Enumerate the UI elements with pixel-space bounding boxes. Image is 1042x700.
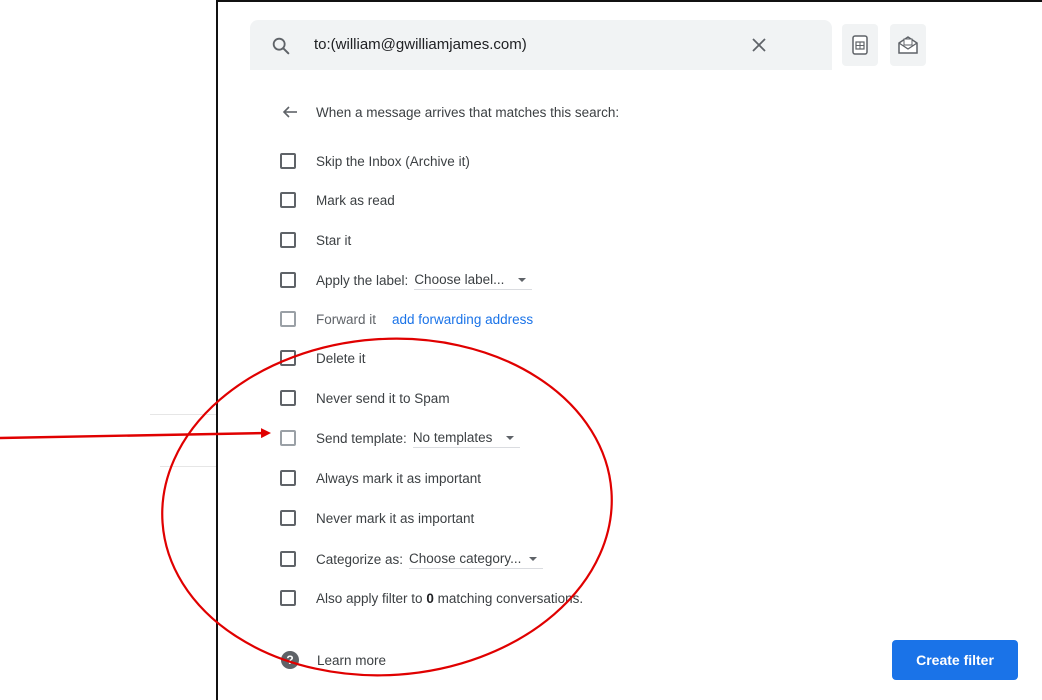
search-bar[interactable]: to:(william@gwilliamjames.com)	[250, 20, 832, 70]
category-select[interactable]: Choose category...	[409, 549, 544, 569]
checkbox[interactable]	[280, 311, 296, 327]
option-label: Never send it to Spam	[316, 390, 450, 406]
chevron-down-icon	[506, 435, 515, 440]
option-star[interactable]: Star it	[280, 230, 351, 250]
option-also-apply[interactable]: Also apply filter to 0 matching conversa…	[280, 588, 583, 608]
template-select-value: No templates	[412, 430, 493, 445]
frame-border-top	[216, 0, 1042, 2]
filter-header: When a message arrives that matches this…	[282, 101, 619, 123]
option-label: Always mark it as important	[316, 470, 482, 486]
checkbox[interactable]	[280, 192, 296, 208]
checkbox[interactable]	[280, 350, 296, 366]
envelope-icon	[898, 36, 918, 54]
checkbox[interactable]	[280, 510, 296, 526]
background-page	[0, 0, 216, 700]
matching-count: 0	[426, 590, 434, 606]
label-select[interactable]: Choose label...	[414, 270, 533, 290]
option-label: Categorize as:	[316, 551, 404, 567]
search-icon[interactable]	[270, 35, 292, 57]
sheet-icon	[852, 35, 868, 55]
checkbox[interactable]	[280, 430, 296, 446]
option-send-template[interactable]: Send template: No templates	[280, 428, 521, 448]
add-forwarding-address-link[interactable]: add forwarding address	[392, 312, 533, 327]
checkbox[interactable]	[280, 390, 296, 406]
label-select-value: Choose label...	[414, 272, 505, 287]
close-icon[interactable]	[750, 36, 768, 54]
option-label: Delete it	[316, 350, 366, 366]
option-never-important[interactable]: Never mark it as important	[280, 508, 474, 528]
option-forward[interactable]: Forward it add forwarding address	[280, 309, 533, 329]
header-text: When a message arrives that matches this…	[316, 104, 620, 120]
help-icon: ?	[281, 651, 299, 669]
option-label: Star it	[316, 232, 352, 248]
option-apply-label[interactable]: Apply the label: Choose label...	[280, 270, 533, 290]
option-mark-read[interactable]: Mark as read	[280, 190, 395, 210]
background-divider	[160, 466, 216, 467]
checkbox[interactable]	[280, 153, 296, 169]
option-label: Also apply filter to 0 matching conversa…	[316, 591, 583, 606]
background-divider	[150, 414, 216, 415]
checkbox[interactable]	[280, 590, 296, 606]
template-select[interactable]: No templates	[412, 428, 521, 448]
chevron-down-icon	[518, 277, 527, 282]
checkbox[interactable]	[280, 272, 296, 288]
option-label: Forward it	[316, 311, 377, 327]
checkbox[interactable]	[280, 470, 296, 486]
option-never-spam[interactable]: Never send it to Spam	[280, 388, 450, 408]
option-label: Skip the Inbox (Archive it)	[316, 153, 470, 169]
chevron-down-icon	[529, 556, 538, 561]
option-label: Mark as read	[316, 192, 395, 208]
sheet-button[interactable]	[842, 24, 878, 66]
option-label: Apply the label:	[316, 272, 409, 288]
arrow-left-icon[interactable]	[282, 104, 298, 120]
also-apply-prefix: Also apply filter to	[316, 590, 423, 606]
envelope-button[interactable]	[890, 24, 926, 66]
option-categorize[interactable]: Categorize as: Choose category...	[280, 549, 544, 569]
option-skip-inbox[interactable]: Skip the Inbox (Archive it)	[280, 151, 470, 171]
learn-more-link[interactable]: Learn more	[317, 653, 386, 668]
create-filter-button[interactable]: Create filter	[892, 640, 1018, 680]
search-input[interactable]: to:(william@gwilliamjames.com)	[314, 36, 527, 53]
category-select-value: Choose category...	[409, 551, 522, 566]
also-apply-suffix: matching conversations.	[437, 590, 584, 606]
frame-border-left	[216, 0, 218, 700]
learn-more-row[interactable]: ? Learn more	[281, 651, 386, 669]
checkbox[interactable]	[280, 551, 296, 567]
option-label: Never mark it as important	[316, 510, 475, 526]
option-delete[interactable]: Delete it	[280, 348, 366, 368]
option-label: Send template:	[316, 430, 407, 446]
checkbox[interactable]	[280, 232, 296, 248]
option-always-important[interactable]: Always mark it as important	[280, 468, 481, 488]
